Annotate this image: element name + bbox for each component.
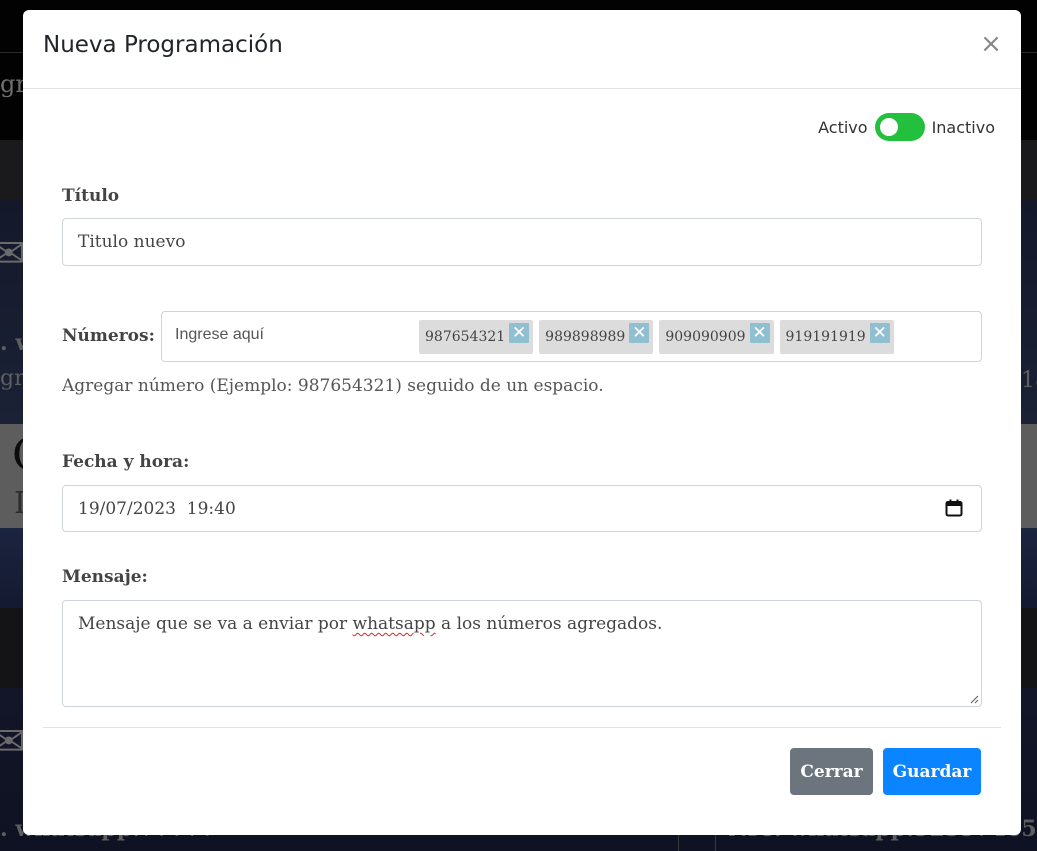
datetime-label: Fecha y hora: [62,452,190,472]
remove-chip-icon[interactable]: ✕ [629,323,650,343]
resize-grip-icon[interactable] [969,694,979,704]
message-text-part: a los números agregados. [435,614,663,634]
inactive-label: Inactivo [931,117,995,137]
number-chip: 989898989 ✕ [539,320,654,354]
title-input-value: Titulo nuevo [78,232,186,252]
number-chip-label: 909090909 [665,329,746,345]
message-text-part: Mensaje que se va a enviar por [78,614,353,634]
message-label: Mensaje: [62,567,148,587]
message-value: Mensaje que se va a enviar por whatsapp … [78,614,662,634]
modal-title: Nueva Programación [43,32,283,58]
cancel-button[interactable]: Cerrar [790,748,873,795]
number-chip-label: 989898989 [545,329,626,345]
status-switch[interactable] [874,113,925,141]
active-label: Activo [818,117,868,137]
message-textarea[interactable]: Mensaje que se va a enviar por whatsapp … [62,600,982,707]
misspelled-word: whatsapp [352,614,436,634]
number-chip-label: 987654321 [425,329,506,345]
title-label: Título [62,186,120,206]
close-icon[interactable]: × [979,31,1003,57]
remove-chip-icon[interactable]: ✕ [509,323,530,343]
remove-chip-icon[interactable]: ✕ [869,323,890,343]
modal-header: Nueva Programación × [23,10,1021,89]
title-input[interactable]: Titulo nuevo [62,218,982,266]
number-chip: 909090909 ✕ [659,320,774,354]
status-toggle-row: Activo Inactivo [818,112,995,142]
modal-footer-divider [43,727,1001,728]
number-chip: 919191919 ✕ [779,320,894,354]
switch-knob [879,118,898,136]
numbers-input[interactable]: Ingrese aquí 987654321 ✕ 989898989 ✕ 909… [161,311,982,362]
number-chip-label: 919191919 [785,329,866,345]
save-button[interactable]: Guardar [883,748,981,795]
number-chip: 987654321 ✕ [419,320,534,354]
numbers-placeholder: Ingrese aquí [175,326,264,343]
numbers-help-text: Agregar número (Ejemplo: 987654321) segu… [62,376,604,396]
background-text-fragment: 18 [1021,368,1037,393]
calendar-icon[interactable] [945,499,963,517]
new-schedule-modal: Nueva Programación × Activo Inactivo Tít… [23,10,1021,835]
number-chips: 987654321 ✕ 989898989 ✕ 909090909 ✕ 9191… [419,320,894,354]
datetime-value: 19/07/2023 19:40 [78,499,236,519]
numbers-label: Números: [62,326,155,346]
datetime-input[interactable]: 19/07/2023 19:40 [62,485,982,532]
remove-chip-icon[interactable]: ✕ [749,323,770,343]
